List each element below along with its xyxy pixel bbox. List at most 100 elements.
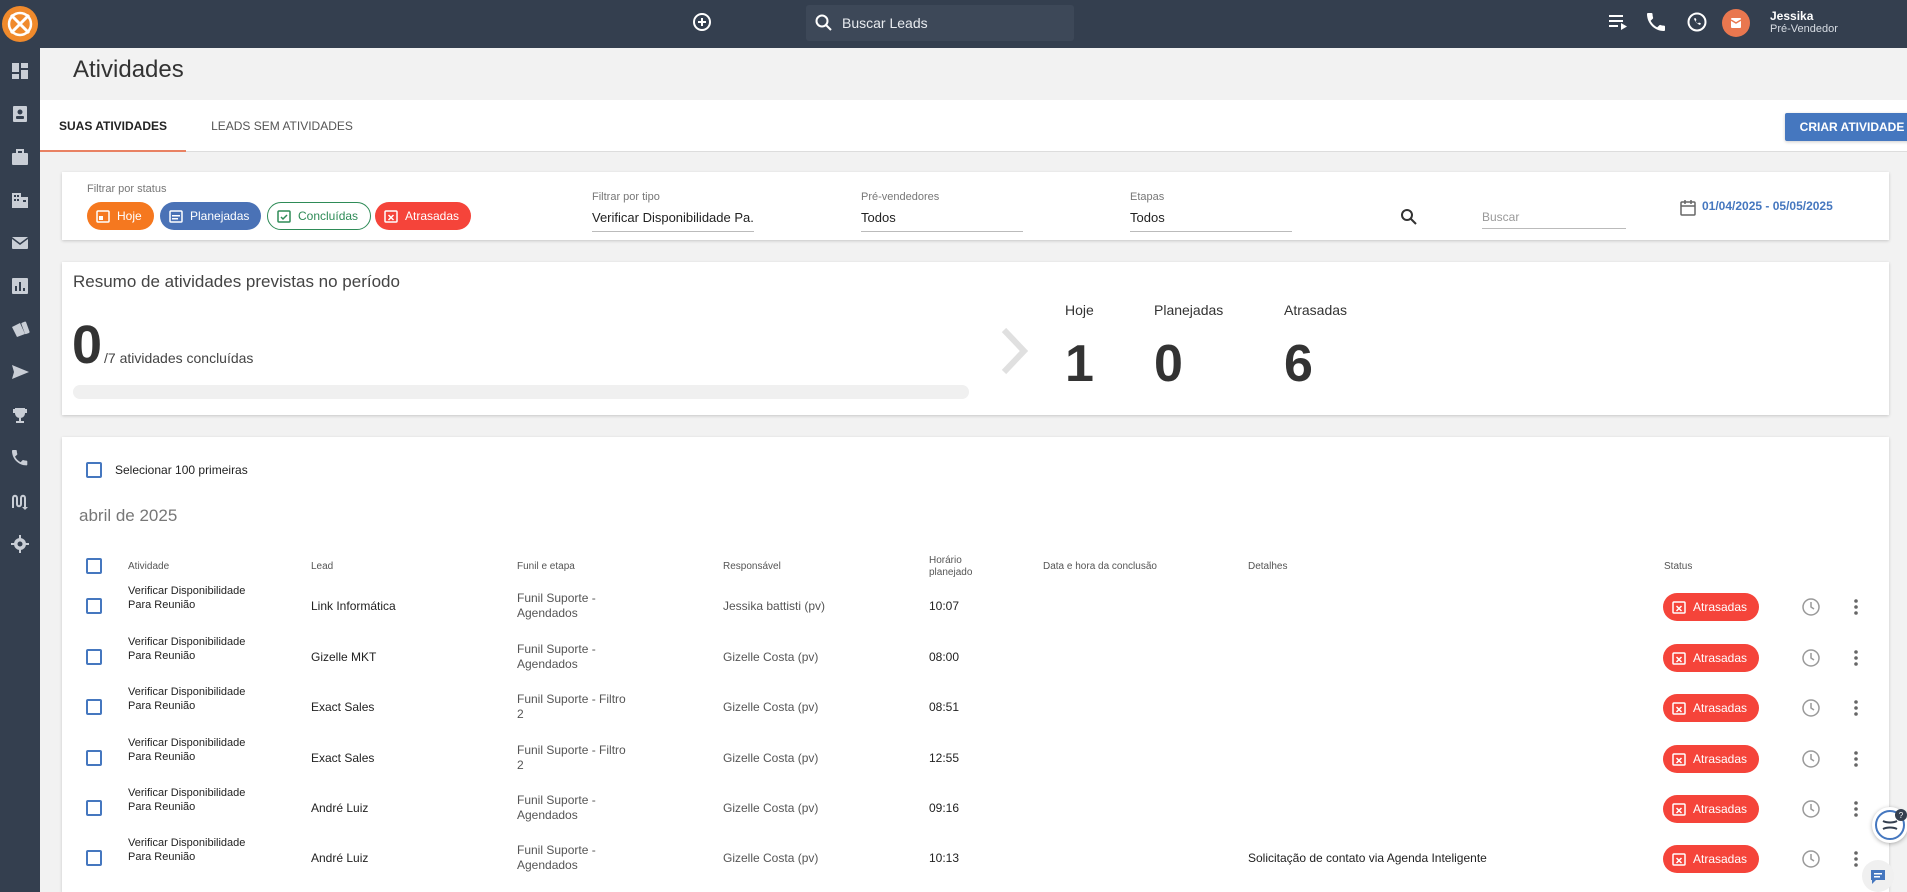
status-badge[interactable]: Atrasadas xyxy=(1663,845,1759,873)
calendar-today-icon xyxy=(96,210,110,223)
chip-hoje[interactable]: Hoje xyxy=(87,202,154,230)
select-all-label: Selecionar 100 primeiras xyxy=(115,463,248,477)
clock-icon[interactable] xyxy=(1801,749,1821,769)
row-responsible: Gizelle Costa (pv) xyxy=(723,650,819,664)
chip-planejadas[interactable]: Planejadas xyxy=(160,202,262,230)
clock-icon[interactable] xyxy=(1801,799,1821,819)
table-row[interactable]: Verificar Disponibilidade Para Reunião E… xyxy=(62,733,1889,783)
row-lead[interactable]: Gizelle MKT xyxy=(311,650,376,664)
calendar-late-icon xyxy=(1672,652,1686,665)
status-label: Atrasadas xyxy=(1693,802,1748,816)
table-row[interactable]: Verificar Disponibilidade Para Reunião A… xyxy=(62,783,1889,833)
more-options-icon[interactable] xyxy=(1846,648,1866,668)
row-lead[interactable]: André Luiz xyxy=(311,801,368,815)
status-badge[interactable]: Atrasadas xyxy=(1663,795,1759,823)
tab-leads-sem-atividades[interactable]: LEADS SEM ATIVIDADES xyxy=(206,100,358,152)
clock-icon[interactable] xyxy=(1801,648,1821,668)
filter-card: Filtrar por status Hoje Planejadas Concl… xyxy=(62,172,1889,240)
column-time-line2: planejado xyxy=(929,567,973,578)
stat-hoje-label: Hoje xyxy=(1065,302,1094,318)
queue-icon[interactable] xyxy=(1606,10,1630,34)
status-badge[interactable]: Atrasadas xyxy=(1663,644,1759,672)
row-time: 09:16 xyxy=(929,801,960,815)
chip-atrasadas-label: Atrasadas xyxy=(405,209,460,223)
chart-icon[interactable] xyxy=(9,275,31,297)
clock-icon[interactable] xyxy=(1801,597,1821,617)
calendar-late-icon xyxy=(1672,702,1686,715)
chip-atrasadas[interactable]: Atrasadas xyxy=(375,202,472,230)
chat-icon xyxy=(1871,870,1885,884)
svg-text:?: ? xyxy=(1899,811,1904,820)
logo-icon[interactable] xyxy=(0,4,40,44)
calendar-icon[interactable] xyxy=(1679,199,1697,217)
date-range-picker[interactable]: 01/04/2025 - 05/05/2025 xyxy=(1702,199,1833,213)
calendar-late-icon xyxy=(1672,803,1686,816)
column-activity: Atividade xyxy=(128,561,170,572)
more-options-icon[interactable] xyxy=(1846,698,1866,718)
create-activity-button[interactable]: CRIAR ATIVIDADE xyxy=(1785,113,1907,141)
search-icon xyxy=(1401,209,1417,225)
stat-planejadas-label: Planejadas xyxy=(1154,302,1224,318)
megaphone-icon[interactable] xyxy=(9,318,31,340)
send-icon[interactable] xyxy=(9,361,31,383)
column-responsible: Responsável xyxy=(723,561,781,572)
row-lead[interactable]: Exact Sales xyxy=(311,751,374,765)
type-filter-select[interactable]: Verificar Disponibilidade Pa... xyxy=(592,206,754,232)
header-checkbox[interactable] xyxy=(86,558,102,574)
table-row[interactable]: Verificar Disponibilidade Para Reunião A… xyxy=(62,833,1889,883)
lead-search-input[interactable] xyxy=(842,5,1062,41)
avatar[interactable] xyxy=(1722,9,1750,37)
clock-icon[interactable] xyxy=(1801,849,1821,869)
row-lead[interactable]: Exact Sales xyxy=(311,700,374,714)
mail-icon[interactable] xyxy=(9,232,31,254)
phone-icon[interactable] xyxy=(1644,10,1668,34)
more-options-icon[interactable] xyxy=(1846,749,1866,769)
search-icon xyxy=(815,14,832,31)
building-icon[interactable] xyxy=(9,189,31,211)
table-row[interactable]: Verificar Disponibilidade Para Reunião L… xyxy=(62,581,1889,631)
chip-planejadas-label: Planejadas xyxy=(190,209,250,223)
more-options-icon[interactable] xyxy=(1846,597,1866,617)
settings-icon[interactable] xyxy=(9,533,31,555)
presales-filter-select[interactable]: Todos xyxy=(861,206,1023,232)
row-checkbox[interactable] xyxy=(86,750,102,766)
help-widget-button[interactable]: ? xyxy=(1872,807,1907,843)
phone-icon[interactable] xyxy=(9,447,31,469)
row-time: 08:51 xyxy=(929,700,960,714)
stat-hoje-value: 1 xyxy=(1065,335,1094,393)
more-options-icon[interactable] xyxy=(1846,799,1866,819)
activity-search-input[interactable] xyxy=(1482,205,1626,229)
row-checkbox[interactable] xyxy=(86,850,102,866)
status-label: Atrasadas xyxy=(1693,651,1748,665)
select-all-checkbox[interactable] xyxy=(86,462,102,478)
status-badge[interactable]: Atrasadas xyxy=(1663,593,1759,621)
tab-suas-atividades[interactable]: SUAS ATIVIDADES xyxy=(40,100,186,152)
clock-icon[interactable] xyxy=(1801,698,1821,718)
user-name[interactable]: Jessika xyxy=(1770,9,1813,23)
contacts-icon[interactable] xyxy=(9,103,31,125)
whatsapp-icon[interactable] xyxy=(1685,10,1709,34)
trophy-icon[interactable] xyxy=(9,404,31,426)
stages-filter-select[interactable]: Todos xyxy=(1130,206,1292,232)
briefcase-icon[interactable] xyxy=(9,146,31,168)
status-label: Atrasadas xyxy=(1693,752,1748,766)
row-lead[interactable]: André Luiz xyxy=(311,851,368,865)
lead-search-box xyxy=(806,5,1074,41)
route-icon[interactable] xyxy=(9,490,31,512)
calendar-check-icon xyxy=(277,210,291,223)
row-checkbox[interactable] xyxy=(86,699,102,715)
chip-concluidas[interactable]: Concluídas xyxy=(267,202,372,230)
row-checkbox[interactable] xyxy=(86,649,102,665)
row-lead[interactable]: Link Informática xyxy=(311,599,396,613)
row-checkbox[interactable] xyxy=(86,800,102,816)
top-bar: Jessika Pré-Vendedor xyxy=(0,0,1907,48)
chat-button[interactable] xyxy=(1862,860,1894,892)
row-funnel: Funil Suporte - Agendados xyxy=(517,843,596,872)
table-row[interactable]: Verificar Disponibilidade Para Reunião G… xyxy=(62,632,1889,682)
add-circle-icon[interactable] xyxy=(690,10,714,34)
dashboard-icon[interactable] xyxy=(9,60,31,82)
status-badge[interactable]: Atrasadas xyxy=(1663,745,1759,773)
status-badge[interactable]: Atrasadas xyxy=(1663,694,1759,722)
row-checkbox[interactable] xyxy=(86,598,102,614)
table-row[interactable]: Verificar Disponibilidade Para Reunião E… xyxy=(62,682,1889,732)
